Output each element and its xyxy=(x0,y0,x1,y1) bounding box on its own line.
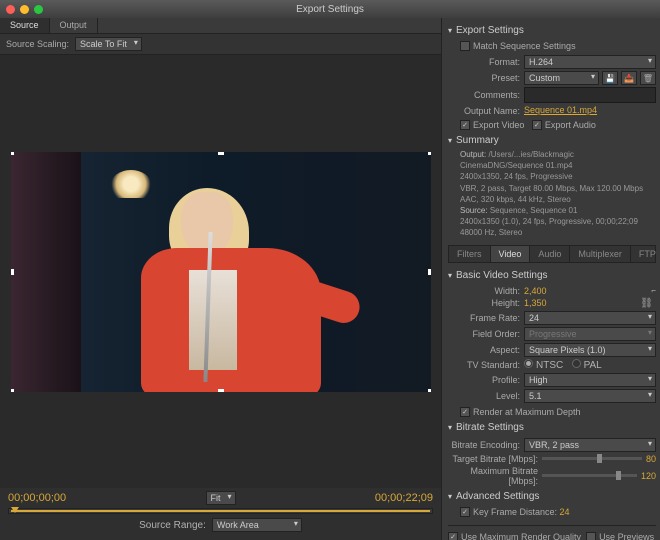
import-preset-icon[interactable]: 📥 xyxy=(621,71,637,85)
match-sequence-checkbox[interactable] xyxy=(460,41,470,51)
link-dimensions-icon[interactable]: ⛓ xyxy=(637,298,656,309)
tab-filters[interactable]: Filters xyxy=(449,246,491,262)
bitrate-header[interactable]: Bitrate Settings xyxy=(448,419,656,436)
match-sequence-label: Match Sequence Settings xyxy=(473,41,576,51)
render-max-depth-checkbox[interactable]: ✓ xyxy=(460,407,470,417)
format-label: Format: xyxy=(448,57,520,67)
playhead-icon[interactable] xyxy=(11,507,19,513)
window-controls xyxy=(6,5,43,14)
tab-multiplexer[interactable]: Multiplexer xyxy=(570,246,631,262)
advanced-header[interactable]: Advanced Settings xyxy=(448,488,656,505)
save-preset-icon[interactable]: 💾 xyxy=(602,71,618,85)
timecode-in[interactable]: 00;00;00;00 xyxy=(8,492,66,504)
source-range-label: Source Range: xyxy=(139,520,206,531)
timecode-out[interactable]: 00;00;22;09 xyxy=(375,492,433,504)
fit-dropdown[interactable]: Fit xyxy=(206,491,236,505)
delete-preset-icon[interactable]: 🗑 xyxy=(640,71,656,85)
max-bitrate-value[interactable]: 120 xyxy=(641,471,656,481)
output-name-link[interactable]: Sequence 01.mp4 xyxy=(524,105,597,115)
comments-label: Comments: xyxy=(448,90,520,100)
zoom-icon[interactable] xyxy=(34,5,43,14)
target-bitrate-slider[interactable] xyxy=(542,457,642,460)
tab-audio[interactable]: Audio xyxy=(530,246,570,262)
summary-header[interactable]: Summary xyxy=(448,132,656,149)
ntsc-radio[interactable] xyxy=(524,359,533,368)
source-scaling-label: Source Scaling: xyxy=(6,39,69,49)
summary-source: Source: Sequence, Sequence 01 2400x1350 … xyxy=(448,205,656,239)
preview-tabs: Source Output xyxy=(0,18,441,34)
close-icon[interactable] xyxy=(6,5,15,14)
width-value[interactable]: 2,400 xyxy=(524,286,547,296)
tab-output[interactable]: Output xyxy=(50,18,98,33)
max-bitrate-slider[interactable] xyxy=(542,474,637,477)
bitrate-encoding-dropdown[interactable]: VBR, 2 pass xyxy=(524,438,656,452)
target-bitrate-value[interactable]: 80 xyxy=(646,454,656,464)
frame-rate-dropdown[interactable]: 24 xyxy=(524,311,656,325)
preset-label: Preset: xyxy=(448,73,520,83)
export-video-checkbox[interactable]: ✓ xyxy=(460,120,470,130)
field-order-dropdown: Progressive xyxy=(524,327,656,341)
tab-video[interactable]: Video xyxy=(491,246,531,262)
source-scaling-dropdown[interactable]: Scale To Fit xyxy=(75,37,142,51)
timeline[interactable] xyxy=(8,508,433,514)
profile-dropdown[interactable]: High xyxy=(524,373,656,387)
minimize-icon[interactable] xyxy=(20,5,29,14)
source-range-dropdown[interactable]: Work Area xyxy=(212,518,302,532)
export-audio-checkbox[interactable]: ✓ xyxy=(532,120,542,130)
use-previews-checkbox[interactable] xyxy=(586,532,596,540)
titlebar: Export Settings xyxy=(0,0,660,18)
settings-tabs: Filters Video Audio Multiplexer FTP xyxy=(448,245,656,263)
tab-ftp[interactable]: FTP xyxy=(631,246,660,262)
summary-output: Output: /Users/...ies/Blackmagic CinemaD… xyxy=(448,149,656,205)
window-title: Export Settings xyxy=(296,4,364,15)
preview-area xyxy=(0,55,441,488)
format-dropdown[interactable]: H.264 xyxy=(524,55,656,69)
comments-input[interactable] xyxy=(524,87,656,103)
preview-image[interactable] xyxy=(11,152,431,392)
preset-dropdown[interactable]: Custom xyxy=(524,71,599,85)
keyframe-value[interactable]: 24 xyxy=(560,507,570,517)
level-dropdown[interactable]: 5.1 xyxy=(524,389,656,403)
max-quality-checkbox[interactable]: ✓ xyxy=(448,532,458,540)
height-value[interactable]: 1,350 xyxy=(524,298,547,308)
keyframe-checkbox[interactable]: ✓ xyxy=(460,507,470,517)
basic-video-header[interactable]: Basic Video Settings xyxy=(448,267,656,284)
tab-source[interactable]: Source xyxy=(0,18,50,33)
export-settings-header[interactable]: Export Settings xyxy=(448,22,656,39)
pal-radio[interactable] xyxy=(572,359,581,368)
output-name-label: Output Name: xyxy=(448,106,520,116)
aspect-dropdown[interactable]: Square Pixels (1.0) xyxy=(524,343,656,357)
